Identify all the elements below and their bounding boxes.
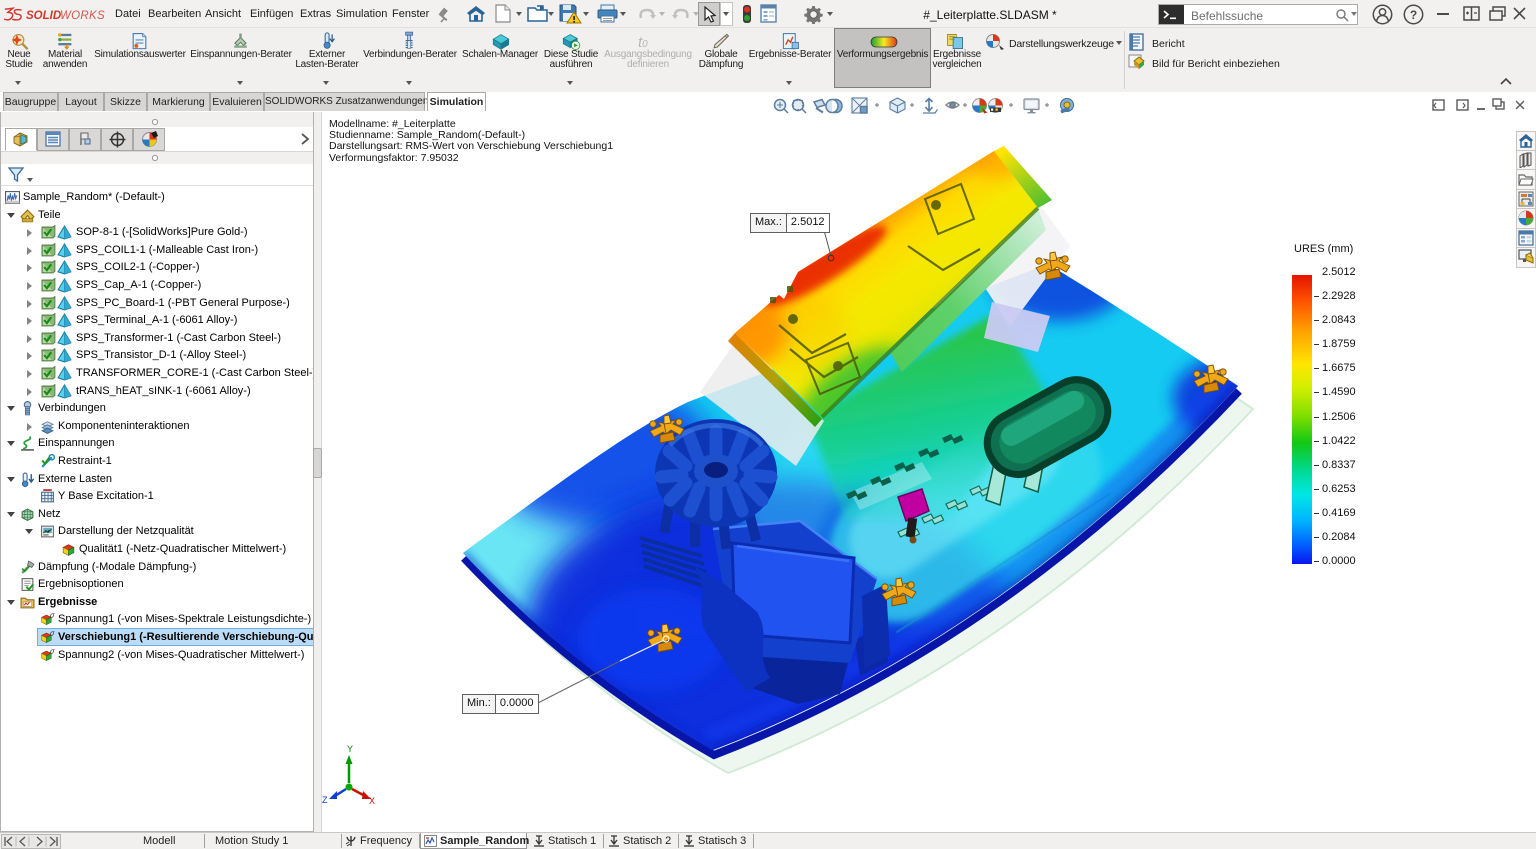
svg-text:X: X [369,796,375,806]
svg-text:Z: Z [322,795,328,805]
svg-text:Y: Y [347,744,353,754]
